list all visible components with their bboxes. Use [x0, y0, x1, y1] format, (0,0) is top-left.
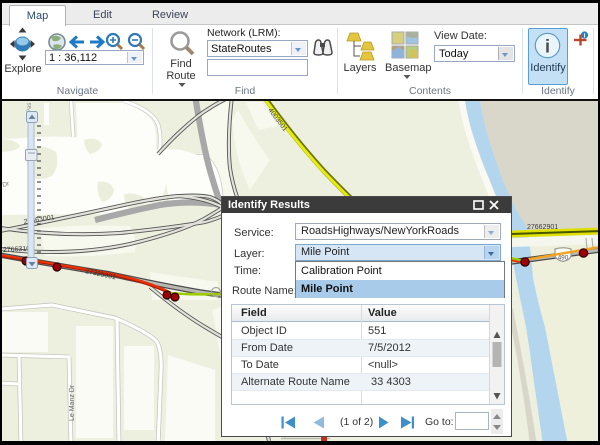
svg-text:27662901: 27662901	[527, 224, 558, 231]
svg-text:490: 490	[558, 255, 569, 262]
svg-text:i: i	[545, 37, 550, 57]
svg-text:Le Manz Dr: Le Manz Dr	[69, 384, 76, 421]
svg-text:i: i	[584, 33, 586, 40]
